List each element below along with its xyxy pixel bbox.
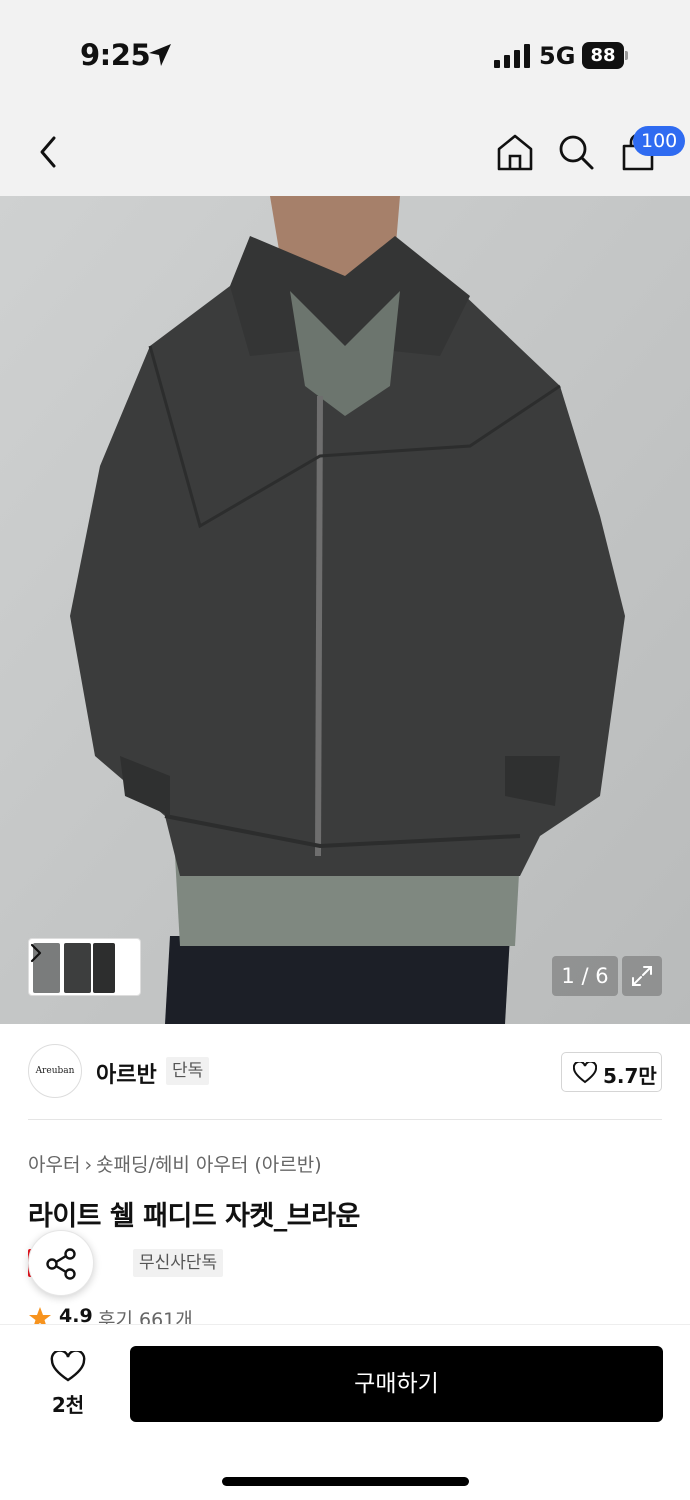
thumbnail-strip[interactable] bbox=[28, 938, 141, 996]
heart-icon bbox=[573, 1062, 597, 1084]
back-icon[interactable] bbox=[32, 132, 64, 172]
search-icon[interactable] bbox=[557, 132, 595, 172]
battery-level: 88 bbox=[582, 42, 624, 69]
cart-count-badge: 100 bbox=[633, 126, 686, 156]
thumbnail-image[interactable] bbox=[64, 943, 91, 993]
product-title: 라이트 쉘 패디드 자켓_브라운 bbox=[28, 1201, 360, 1232]
star-icon bbox=[29, 1307, 51, 1326]
divider bbox=[28, 1119, 662, 1120]
share-button[interactable] bbox=[28, 1230, 94, 1296]
product-image[interactable]: 1 / 6 bbox=[0, 196, 690, 1024]
expand-icon bbox=[632, 966, 652, 986]
thumbnail-image[interactable] bbox=[93, 943, 115, 993]
wish-count: 2천 bbox=[51, 1393, 85, 1417]
rating-value: 4.9 bbox=[59, 1305, 93, 1326]
home-icon[interactable] bbox=[496, 132, 534, 172]
share-icon bbox=[46, 1248, 76, 1280]
home-indicator bbox=[222, 1477, 469, 1486]
page-indicator: 1 / 6 bbox=[552, 956, 618, 996]
breadcrumb: 아우터 › 숏패딩/헤비 아우터 (아르반) bbox=[28, 1150, 322, 1177]
brand-name[interactable]: 아르반 bbox=[96, 1057, 157, 1089]
brand-row[interactable]: Areuban 아르반 단독 5.7만 bbox=[0, 1024, 690, 1120]
brand-like-count: 5.7만 bbox=[603, 1064, 657, 1088]
rating-row[interactable]: 4.9 후기 661개 bbox=[28, 1304, 328, 1326]
breadcrumb-item[interactable]: 아우터 bbox=[28, 1154, 80, 1176]
battery-icon: 88 bbox=[582, 42, 628, 69]
status-time: 9:25 bbox=[80, 38, 151, 72]
expand-button[interactable] bbox=[622, 956, 662, 996]
signal-icon bbox=[494, 44, 530, 68]
buy-button[interactable]: 구매하기 bbox=[130, 1346, 663, 1422]
breadcrumb-item[interactable]: 숏패딩/헤비 아우터 (아르반) bbox=[96, 1154, 322, 1176]
exclusive-badge: 무신사단독 bbox=[133, 1249, 224, 1277]
nav-bar: 100 bbox=[0, 110, 690, 196]
bottom-action-bar: 2천 구매하기 bbox=[0, 1324, 690, 1500]
chevron-right-icon: › bbox=[84, 1154, 93, 1176]
brand-logo[interactable]: Areuban bbox=[28, 1044, 82, 1098]
location-arrow-icon bbox=[149, 44, 171, 66]
brand-like-button[interactable]: 5.7만 bbox=[561, 1052, 662, 1092]
battery-cap bbox=[625, 51, 628, 60]
status-bar: 9:25 5G 88 bbox=[0, 0, 690, 110]
review-count[interactable]: 후기 661개 bbox=[98, 1305, 193, 1326]
network-label: 5G bbox=[539, 42, 576, 70]
chevron-right-icon[interactable] bbox=[29, 939, 43, 967]
heart-icon[interactable] bbox=[50, 1351, 86, 1383]
product-photo bbox=[0, 196, 690, 1024]
brand-exclusive-tag: 단독 bbox=[166, 1057, 210, 1085]
